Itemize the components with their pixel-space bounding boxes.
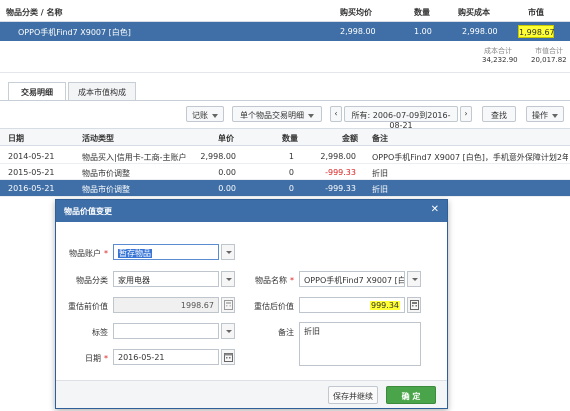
col-price-header: 单价 xyxy=(218,134,234,143)
holding-qty: 1.00 xyxy=(414,27,432,36)
category-label: 物品分类 xyxy=(76,276,108,285)
calculator-icon[interactable] xyxy=(407,297,421,313)
account-dropdown[interactable] xyxy=(221,244,235,260)
chevron-down-icon xyxy=(552,113,558,118)
row-price: 0.00 xyxy=(218,168,236,177)
chevron-down-icon xyxy=(212,113,218,118)
col-qty-header: 数量 xyxy=(414,8,430,17)
date-field[interactable]: 2016-05-21 xyxy=(113,349,219,365)
col-type-header: 活动类型 xyxy=(82,134,114,143)
row-note: 折旧 xyxy=(372,185,388,194)
confirm-button[interactable]: 确 定 xyxy=(386,386,436,404)
before-value-field: 1998.67 xyxy=(113,297,219,313)
mv-total-label: 市值合计 xyxy=(535,47,563,55)
holding-name: OPPO手机Find7 X9007 [白色] xyxy=(18,28,131,37)
calendar-icon[interactable] xyxy=(221,349,235,365)
row-qty: 0 xyxy=(288,184,294,193)
after-value-field[interactable]: 999.34 xyxy=(299,297,405,313)
row-type: 物品市价调整 xyxy=(82,169,130,178)
table-row[interactable]: 2015-05-21 物品市价调整 0.00 0 -999.33 折旧 xyxy=(0,164,570,180)
row-amount: 2,998.00 xyxy=(320,152,356,161)
before-value-label: 重估前价值 xyxy=(68,302,108,311)
col-amount-header: 金额 xyxy=(342,134,358,143)
date-range-field[interactable]: 所有: 2006-07-09到2016-08-21 xyxy=(344,106,458,130)
cost-total-value: 34,232.90 xyxy=(482,56,518,64)
chevron-down-icon xyxy=(308,113,314,118)
category-field[interactable]: 家用电器 xyxy=(113,271,219,287)
value-change-dialog: 物品价值变更 ✕ 物品账户 * 暂存物品 物品分类 家用电器 物品名称 * OPPO… xyxy=(55,199,448,409)
tab-cost-composition[interactable]: 成本市值构成 xyxy=(68,82,136,100)
tab-divider xyxy=(0,100,570,101)
col-date-header: 日期 xyxy=(8,134,24,143)
holdings-row[interactable]: OPPO手机Find7 X9007 [白色] 2,998.00 1.00 2,9… xyxy=(0,22,570,41)
item-name-dropdown[interactable] xyxy=(407,271,421,287)
note-label: 备注 xyxy=(278,328,294,337)
close-icon[interactable]: ✕ xyxy=(431,204,439,215)
detail-select[interactable]: 单个物品交易明细 xyxy=(232,106,322,122)
account-label: 物品账户 * xyxy=(69,249,108,258)
dialog-footer: 保存并继续 确 定 xyxy=(56,380,447,408)
next-range-button[interactable]: › xyxy=(460,106,472,122)
item-name-field[interactable]: OPPO手机Find7 X9007 [白色] xyxy=(299,271,405,287)
account-button[interactable]: 记账 xyxy=(186,106,224,122)
note-textarea[interactable]: 折旧 xyxy=(299,322,421,366)
query-button[interactable]: 查找 xyxy=(482,106,516,122)
tag-field[interactable] xyxy=(113,323,219,339)
col-name-header: 物品分类 / 名称 xyxy=(6,8,63,17)
col-market-value-header: 市值 xyxy=(528,8,544,17)
row-type: 物品市价调整 xyxy=(82,185,130,194)
dialog-title: 物品价值变更 xyxy=(64,207,112,216)
tab-transactions[interactable]: 交易明细 xyxy=(8,82,66,101)
row-note: 折旧 xyxy=(372,169,388,178)
row-date: 2014-05-21 xyxy=(8,152,55,161)
divider xyxy=(0,72,570,73)
col-note-header: 备注 xyxy=(372,134,388,143)
col-avg-price-header: 购买均价 xyxy=(340,8,372,17)
row-type: 物品买入|信用卡-工商-主账户 xyxy=(82,153,187,162)
after-value-label: 重估后价值 xyxy=(254,302,294,311)
table-row-selected[interactable]: 2016-05-21 物品市价调整 0.00 0 -999.33 折旧 xyxy=(0,180,570,197)
col-qty-header: 数量 xyxy=(282,134,298,143)
row-qty: 0 xyxy=(288,168,294,177)
row-date: 2016-05-21 xyxy=(8,184,55,193)
row-price: 2,998.00 xyxy=(200,152,236,161)
row-date: 2015-05-21 xyxy=(8,168,55,177)
holding-avg-price: 2,998.00 xyxy=(340,27,376,36)
row-note: OPPO手机Find7 X9007 [白色]，手机意外保障计划2年保险费245元 xyxy=(372,153,568,162)
holding-market-value: 1,998.67 xyxy=(518,25,555,38)
save-continue-button[interactable]: 保存并继续 xyxy=(328,386,378,404)
row-amount: -999.33 xyxy=(325,184,356,193)
cost-total-label: 成本合计 xyxy=(484,47,512,55)
transactions-header: 日期 活动类型 单价 数量 金额 备注 xyxy=(0,128,570,146)
col-cost-header: 购买成本 xyxy=(458,8,490,17)
date-label: 日期 * xyxy=(85,354,108,363)
table-row[interactable]: 2014-05-21 物品买入|信用卡-工商-主账户 2,998.00 1 2,… xyxy=(0,148,570,164)
row-price: 0.00 xyxy=(218,184,236,193)
mv-total-value: 20,017.82 xyxy=(531,56,567,64)
holding-cost: 2,998.00 xyxy=(462,27,498,36)
item-name-label: 物品名称 * xyxy=(255,276,294,285)
account-field[interactable]: 暂存物品 xyxy=(113,244,219,260)
row-amount: -999.33 xyxy=(325,168,356,177)
holdings-header: 物品分类 / 名称 购买均价 数量 购买成本 市值 xyxy=(0,0,570,22)
dialog-titlebar: 物品价值变更 ✕ xyxy=(56,200,447,222)
prev-range-button[interactable]: ‹ xyxy=(330,106,342,122)
tag-label: 标签 xyxy=(92,328,108,337)
row-qty: 1 xyxy=(288,152,294,161)
operations-button[interactable]: 操作 xyxy=(526,106,564,122)
